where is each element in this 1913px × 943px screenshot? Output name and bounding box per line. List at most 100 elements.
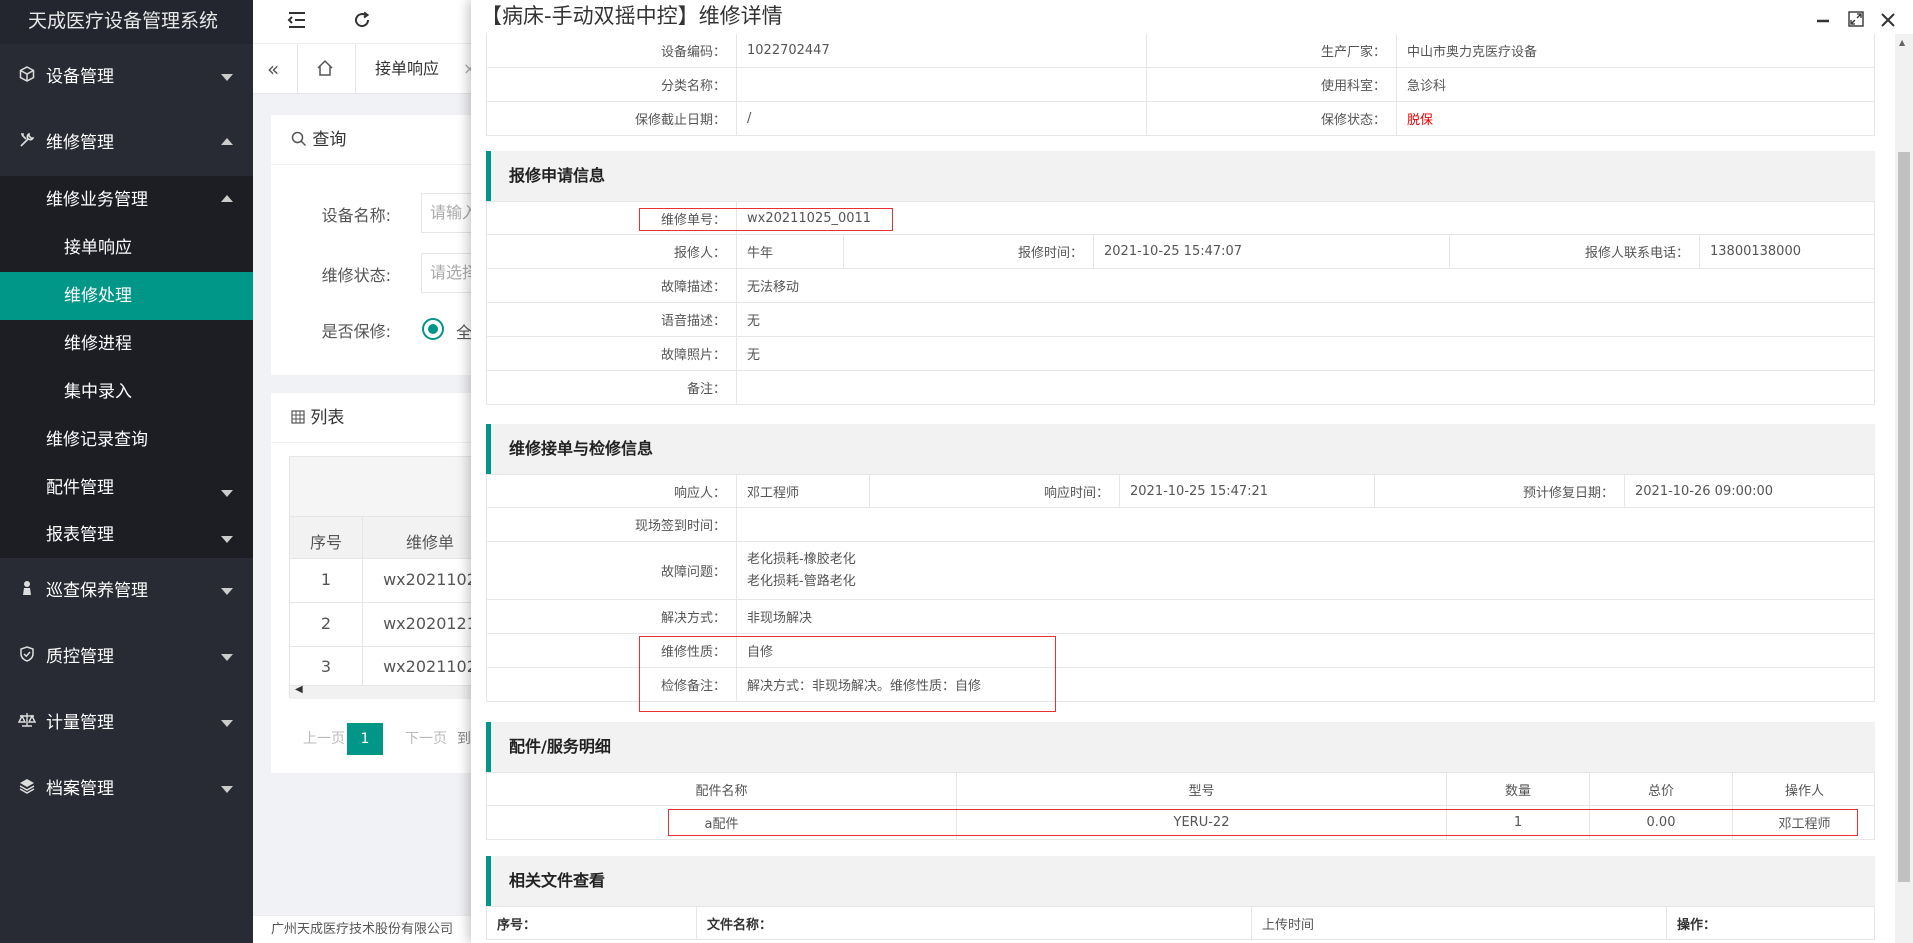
fault-issue-item: 老化损耗-橡胶老化 [747, 551, 856, 567]
nav-report-mgmt-label: 报表管理 [46, 525, 114, 545]
report-time-value: 2021-10-25 15:47:07 [1094, 235, 1450, 268]
repair-status-label: 维修状态: [321, 266, 391, 285]
responder-value: 邓工程师 [737, 475, 870, 507]
nav-report-mgmt[interactable]: 报表管理 [0, 512, 253, 558]
scroll-up-icon[interactable]: ▲ [1899, 38, 1905, 47]
nav-bulk-entry[interactable]: 集中录入 [0, 368, 253, 416]
voice-desc-label: 语音描述： [487, 303, 737, 336]
nav-order-response[interactable]: 接单响应 [0, 224, 253, 272]
app-root: 天成医疗设备管理系统 设备管理 维修管理 维修业务管理 接单响应 维修处理 维修… [0, 0, 1913, 943]
modal-body: 设备编码： 1022702447 生产厂家： 中山市奥力克医疗设备 分类名称： … [471, 34, 1895, 943]
page-1-button[interactable]: 1 [347, 723, 383, 755]
nav-parts-mgmt-label: 配件管理 [46, 478, 114, 498]
response-time-label: 响应时间： [870, 475, 1120, 507]
nav-repair-business-label: 维修业务管理 [46, 190, 148, 210]
warranty-status-label: 保修状态： [1147, 102, 1397, 135]
parts-col-total: 总价 [1590, 773, 1733, 805]
reporter-value: 牛年 [737, 235, 844, 268]
nav-metrology-mgmt[interactable]: 计量管理 [0, 690, 253, 756]
fault-photo-label: 故障照片： [487, 337, 737, 370]
nav-device-mgmt-label: 设备管理 [46, 67, 114, 87]
tab-divider [297, 44, 298, 94]
modal-scrollbar[interactable]: ▲ [1895, 34, 1913, 943]
reporter-row: 报修人： 牛年 报修时间： 2021-10-25 15:47:07 报修人联系电… [486, 235, 1875, 269]
repair-submenu: 维修业务管理 接单响应 维修处理 维修进程 集中录入 维修记录查询 配件管理 报… [0, 176, 253, 558]
nav-inspection-mgmt[interactable]: 巡查保养管理 [0, 558, 253, 624]
report-time-label: 报修时间： [844, 235, 1094, 268]
responder-row: 响应人： 邓工程师 响应时间： 2021-10-25 15:47:21 预计修复… [486, 474, 1875, 508]
nav-repair-handle[interactable]: 维修处理 [0, 272, 253, 320]
warranty-end-label: 保修截止日期： [487, 102, 737, 135]
person-icon [17, 558, 37, 624]
nav-parts-mgmt[interactable]: 配件管理 [0, 464, 253, 512]
layers-icon [17, 756, 37, 822]
fault-desc-label: 故障描述： [487, 269, 737, 302]
solution-value: 非现场解决 [747, 611, 813, 626]
list-title: 列表 [310, 408, 345, 428]
warranty-radio-all-label: 全 [456, 323, 473, 342]
inspect-remark-value: 解决方式：非现场解决。维修性质：自修 [747, 679, 982, 694]
home-icon[interactable] [316, 44, 334, 94]
inspect-remark-label: 检修备注： [487, 668, 737, 701]
files-col-index: 序号： [487, 907, 697, 939]
response-time-value: 2021-10-25 15:47:21 [1120, 475, 1375, 507]
table-icon [291, 408, 310, 428]
parts-col-operator: 操作人 [1784, 783, 1824, 799]
device-code-label: 设备编码： [487, 34, 737, 67]
reporter-phone-label: 报修人联系电话： [1450, 235, 1700, 268]
device-code-value: 1022702447 [737, 34, 1147, 67]
app-title: 天成医疗设备管理系统 [0, 0, 253, 44]
refresh-icon[interactable] [353, 10, 371, 34]
scroll-left-icon[interactable]: ◀ [295, 684, 303, 695]
nav-archive-mgmt-label: 档案管理 [46, 779, 114, 799]
order-no-value: wx20211025_0011 [747, 210, 872, 226]
parts-col-name: 配件名称 [487, 773, 957, 805]
fault-photo-value: 无 [747, 348, 761, 363]
chevron-up-icon [221, 195, 233, 202]
order-no-label: 维修单号： [487, 202, 737, 234]
nav-repair-progress[interactable]: 维修进程 [0, 320, 253, 368]
menu-collapse-icon[interactable] [287, 10, 307, 34]
chevron-down-icon [221, 74, 233, 81]
modal-title: 【病床-手动双摇中控】维修详情 [481, 4, 783, 28]
tab-order-response[interactable]: 接单响应 [375, 44, 439, 94]
device-info-row: 设备编码： 1022702447 生产厂家： 中山市奥力克医疗设备 [486, 34, 1875, 68]
goto-label: 到 [457, 731, 471, 747]
dept-value: 急诊科 [1407, 79, 1447, 94]
col-order-header: 维修单 [405, 533, 454, 552]
prev-page-button[interactable]: 上一页 [303, 723, 345, 755]
fault-photo-row: 故障照片： 无 [486, 337, 1875, 371]
nav-repair-business[interactable]: 维修业务管理 [0, 176, 253, 224]
query-title: 查询 [312, 130, 347, 150]
table-row-index: 1 [320, 570, 332, 589]
files-section-title: 相关文件查看 [486, 856, 1875, 906]
scrollbar-thumb[interactable] [1898, 152, 1910, 882]
remark-label: 备注： [487, 371, 737, 404]
apply-section-title: 报修申请信息 [486, 151, 1875, 201]
part-operator: 邓工程师 [1778, 817, 1831, 832]
shield-check-icon [17, 624, 37, 690]
modal-title-bar: 【病床-手动双摇中控】维修详情 [471, 0, 1913, 34]
part-qty: 1 [1447, 806, 1590, 839]
nav-archive-mgmt[interactable]: 档案管理 [0, 756, 253, 822]
nav-repair-record-query-label: 维修记录查询 [46, 430, 148, 450]
nav-device-mgmt[interactable]: 设备管理 [0, 44, 253, 110]
inspect-remark-row: 检修备注： 解决方式：非现场解决。维修性质：自修 [486, 668, 1875, 702]
warranty-radio-all[interactable] [422, 318, 444, 340]
tab-scroll-left-icon[interactable]: « [267, 44, 279, 94]
scale-icon [17, 690, 37, 756]
device-info-row: 分类名称： 使用科室： 急诊科 [486, 68, 1875, 102]
nav-repair-record-query[interactable]: 维修记录查询 [0, 416, 253, 464]
nav-repair-mgmt[interactable]: 维修管理 [0, 110, 253, 176]
remark-value [737, 371, 1876, 404]
expected-fix-label: 预计修复日期： [1375, 475, 1625, 507]
accept-section-title: 维修接单与检修信息 [486, 424, 1875, 474]
manufacturer-label: 生产厂家： [1147, 34, 1397, 67]
repair-nature-value: 自修 [747, 645, 774, 660]
next-page-button[interactable]: 下一页 [405, 723, 447, 755]
nav-qc-mgmt[interactable]: 质控管理 [0, 624, 253, 690]
signin-row: 现场签到时间： [486, 508, 1875, 542]
category-value [737, 68, 1147, 101]
parts-col-model: 型号 [957, 773, 1447, 805]
voice-desc-row: 语音描述： 无 [486, 303, 1875, 337]
